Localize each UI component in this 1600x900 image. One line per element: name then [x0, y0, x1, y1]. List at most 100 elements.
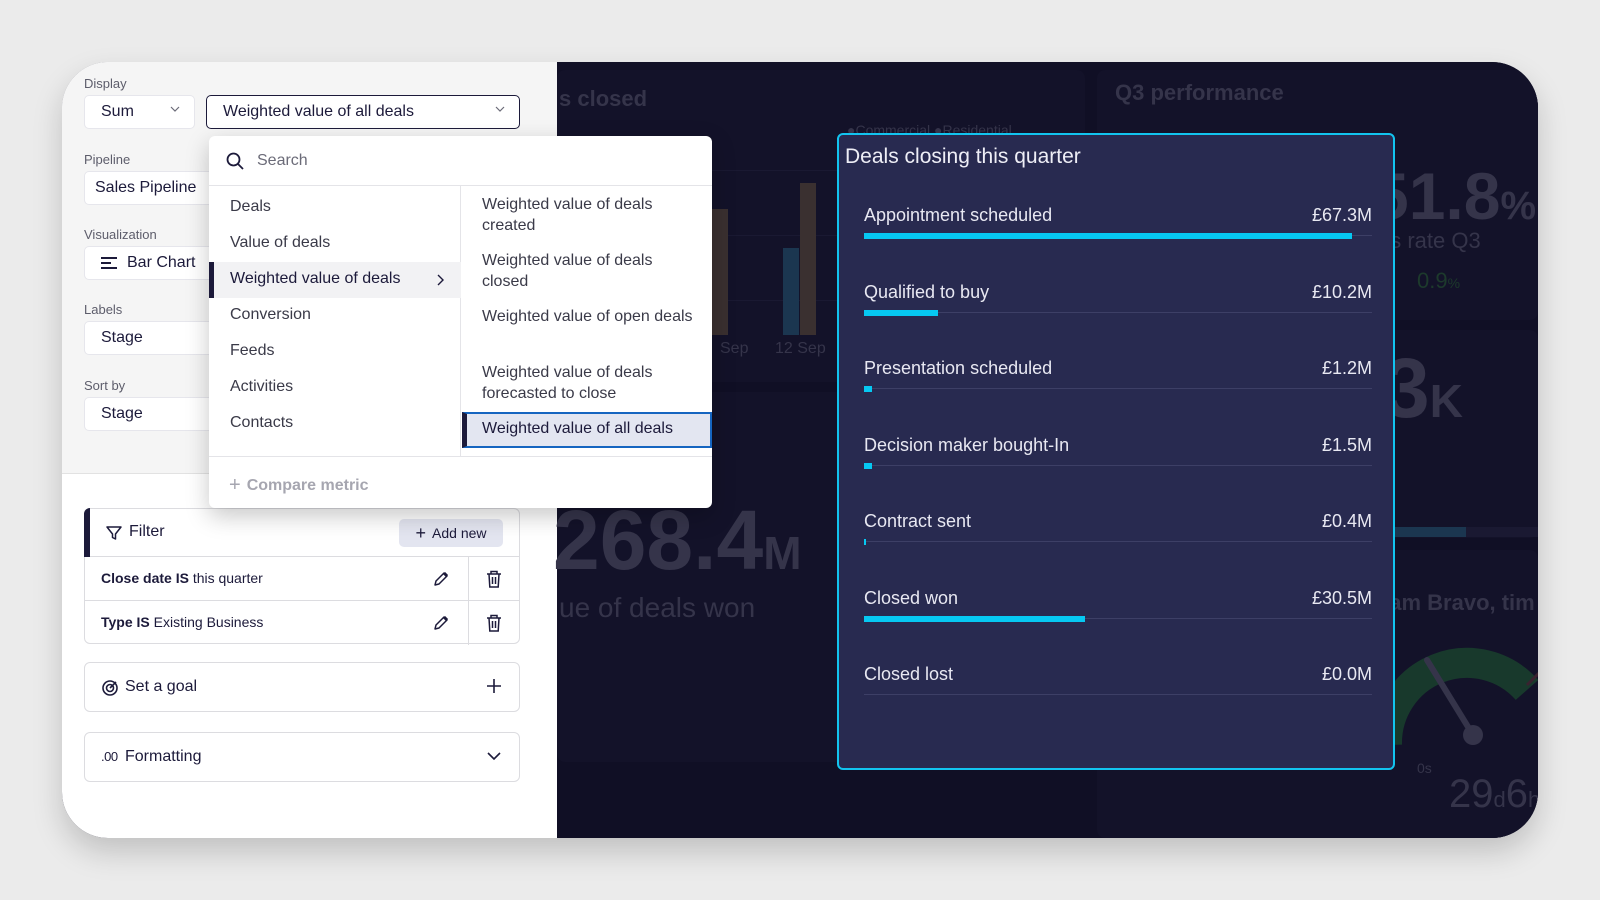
filter-icon	[106, 526, 122, 540]
filter-field: Close date IS	[101, 570, 189, 586]
stage-value: £0.0M	[1321, 664, 1372, 684]
dropdown-submetric-item[interactable]: Weighted value of deals created	[462, 194, 712, 236]
stage-bar-track	[864, 541, 1372, 542]
stage-value: £10.2M	[1311, 281, 1372, 302]
visualization-value: Bar Chart	[127, 254, 196, 271]
won-caption: ue of deals won	[559, 592, 756, 623]
filter-row: Type IS Existing Business	[85, 601, 519, 645]
metric-submenu: Weighted value of deals created Weighted …	[462, 186, 712, 456]
stage-value: £1.5M	[1321, 434, 1372, 455]
aggregate-select[interactable]: Sum	[84, 95, 195, 129]
chart-bar	[712, 209, 728, 335]
filter-field: Type IS	[101, 614, 150, 630]
dropdown-submetric-item[interactable]: Weighted value of deals closed	[462, 250, 712, 292]
dropdown-submetric-item[interactable]: Weighted value of open deals	[462, 306, 712, 327]
stage-value: £1.2M	[1321, 358, 1372, 378]
stage-bar	[864, 386, 872, 392]
category-label: Value of deals	[230, 234, 331, 251]
stage-row: Presentation scheduled £1.2M	[864, 358, 1372, 398]
chart-bar	[800, 183, 816, 335]
dropdown-category-item[interactable]: Value of deals	[209, 226, 461, 262]
pipeline-value: Sales Pipeline	[95, 179, 197, 196]
stage-row: Appointment scheduled £67.3M	[864, 205, 1372, 245]
divider	[468, 557, 469, 601]
gauge-pivot	[1463, 725, 1483, 745]
dropdown-submetric-item[interactable]: Weighted value of deals forecasted to cl…	[462, 362, 712, 404]
gauge	[1377, 647, 1538, 746]
chevron-down-icon	[170, 106, 180, 112]
dropdown-category-item[interactable]: Conversion	[209, 298, 461, 334]
bar-chart-icon	[101, 257, 117, 269]
gauge-value: 29d6h	[1449, 772, 1538, 816]
compare-metric-button[interactable]: + Compare metric	[229, 473, 369, 496]
sortby-value: Stage	[101, 405, 143, 422]
filter-row: Close date IS this quarter	[85, 557, 519, 601]
stage-name: Decision maker bought-In	[864, 434, 1070, 455]
filter-panel: Filter + Add new Close date IS this quar…	[84, 508, 520, 645]
stage-bar	[864, 615, 1086, 622]
stage-name: Qualified to buy	[864, 281, 990, 302]
filter-row-text: Type IS Existing Business	[101, 614, 263, 630]
metric-select[interactable]: Weighted value of all deals	[206, 95, 520, 129]
formatting-row[interactable]: .00 Formatting	[84, 732, 520, 782]
stage-bar-track	[864, 311, 1372, 313]
stage-row: Closed lost £0.0M	[864, 664, 1372, 704]
set-goal-row[interactable]: Set a goal	[84, 662, 520, 712]
tile-title: eam Bravo, tim	[1377, 590, 1535, 615]
set-goal-label: Set a goal	[125, 678, 198, 695]
stage-value: £0.4M	[1321, 511, 1372, 531]
filter-value: this quarter	[192, 570, 263, 586]
add-filter-label: Add new	[432, 525, 487, 541]
q3-delta: 0.9%	[1417, 268, 1461, 293]
stage-bar-track	[864, 464, 1372, 466]
stage-name: Closed won	[864, 587, 959, 608]
stage-bar	[864, 462, 872, 469]
formatting-label: Formatting	[125, 748, 202, 765]
chart-bar	[783, 248, 799, 335]
q3-value: 51.8%	[1372, 159, 1537, 233]
category-label: Conversion	[230, 306, 311, 323]
dropdown-footer: + Compare metric	[209, 456, 712, 508]
chevron-right-icon	[437, 274, 444, 286]
filter-header: Filter + Add new	[84, 508, 519, 557]
dropdown-category-item[interactable]: Deals	[209, 190, 461, 226]
category-label: Weighted value of deals	[230, 270, 401, 287]
search-icon	[226, 152, 244, 170]
trash-icon[interactable]	[485, 569, 503, 589]
tile-title: s closed	[559, 86, 648, 111]
stage-name: Presentation scheduled	[864, 358, 1053, 378]
stage-row: Contract sent £0.4M	[864, 511, 1372, 551]
chevron-down-icon	[495, 106, 505, 112]
pencil-icon[interactable]	[431, 569, 451, 589]
pipeline-label: Pipeline	[84, 152, 131, 167]
stage-value: £30.5M	[1311, 587, 1372, 608]
pencil-icon[interactable]	[431, 613, 451, 633]
dropdown-category-item[interactable]: Weighted value of deals	[209, 262, 461, 298]
gauge-min-label: 0s	[1417, 760, 1432, 776]
filter-row-text: Close date IS this quarter	[101, 570, 263, 586]
dropdown-submetric-item[interactable]: Weighted value of all deals	[462, 412, 712, 448]
search-input[interactable]	[257, 146, 657, 176]
metric-categories: Deals Value of deals Weighted value of dea…	[209, 186, 461, 456]
dropdown-category-item[interactable]: Contacts	[209, 406, 461, 442]
aggregate-value: Sum	[101, 103, 134, 120]
stage-bar	[864, 539, 866, 545]
category-label: Contacts	[230, 414, 294, 431]
category-label: Deals	[230, 198, 271, 215]
stage-row: Qualified to buy £10.2M	[864, 282, 1372, 322]
metric-dropdown: Deals Value of deals Weighted value of dea…	[209, 136, 712, 508]
stage-bar	[864, 233, 1353, 239]
add-filter-button[interactable]: + Add new	[399, 519, 503, 547]
plus-icon[interactable]	[485, 677, 503, 695]
dropdown-category-item[interactable]: Activities	[209, 370, 461, 406]
metric-value: Weighted value of all deals	[223, 103, 414, 120]
stage-value: £67.3M	[1311, 205, 1372, 225]
trash-icon[interactable]	[485, 613, 503, 633]
tile-title: Q3 performance	[1115, 80, 1284, 105]
dropdown-search	[209, 136, 712, 186]
category-label: Feeds	[230, 342, 275, 359]
dropdown-category-item[interactable]: Feeds	[209, 334, 461, 370]
labels-label: Labels	[84, 302, 123, 317]
plus-icon: +	[415, 523, 427, 543]
card-title: Deals closing this quarter	[845, 145, 1081, 168]
